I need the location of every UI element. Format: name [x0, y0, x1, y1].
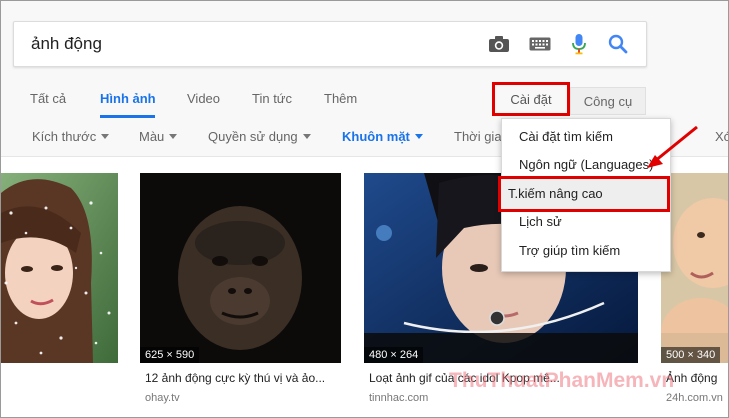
tab-video[interactable]: Video [187, 91, 220, 106]
red-arrow-icon [647, 125, 698, 168]
settings-button-label: Cài đặt [510, 91, 552, 107]
result-source[interactable]: ohay.tv [145, 392, 341, 404]
filter-time[interactable]: Thời gia [454, 129, 502, 144]
result-source[interactable]: 24h.com.vn [666, 392, 728, 404]
filter-usage-rights-label: Quyền sử dụng [208, 129, 298, 144]
tools-button[interactable]: Công cụ [570, 87, 646, 115]
filter-color[interactable]: Màu [139, 129, 178, 144]
browser-viewport: ảnh động Tất cả Hình ảnh Video Tin tức T… [0, 0, 729, 418]
caret-down-icon [169, 134, 178, 139]
image-dimensions: 625 × 590 [140, 347, 200, 363]
search-icon[interactable] [606, 32, 630, 56]
menu-item-history[interactable]: Lịch sử [519, 214, 562, 229]
tab-all[interactable]: Tất cả [30, 91, 66, 106]
menu-item-advanced-search[interactable]: T.kiếm nâng cao [498, 176, 670, 212]
search-box[interactable]: ảnh động [13, 21, 647, 67]
filter-face-label: Khuôn mặt [342, 129, 410, 144]
caret-down-icon [414, 134, 423, 139]
filter-size-label: Kích thước [32, 129, 97, 144]
microphone-icon[interactable] [567, 32, 591, 56]
keyboard-icon[interactable] [528, 32, 552, 56]
filter-more[interactable]: Xó [715, 129, 728, 144]
search-input[interactable]: ảnh động [31, 34, 102, 54]
camera-icon[interactable] [487, 32, 511, 56]
tab-more[interactable]: Thêm [324, 91, 357, 106]
caret-down-icon [101, 134, 110, 139]
menu-item-search-settings[interactable]: Cài đặt tìm kiếm [519, 129, 613, 144]
image-dimensions: 500 × 340 [661, 347, 721, 363]
result-thumbnail[interactable]: 500 × 340 [661, 173, 728, 363]
tab-images[interactable]: Hình ảnh [100, 91, 156, 106]
tab-news[interactable]: Tin tức [252, 91, 292, 106]
result-source[interactable]: tinnhac.com [369, 392, 638, 404]
filter-color-label: Màu [139, 129, 165, 144]
filter-face[interactable]: Khuôn mặt [342, 129, 423, 144]
caret-down-icon [302, 134, 311, 139]
filter-size[interactable]: Kích thước [32, 129, 110, 144]
result-thumbnail[interactable] [1, 173, 118, 363]
result-thumbnail[interactable]: 625 × 590 [140, 173, 341, 363]
filter-usage-rights[interactable]: Quyền sử dụng [208, 129, 311, 144]
watermark: ThuThuatPhanMem.vn [449, 369, 675, 392]
settings-button[interactable]: Cài đặt [492, 82, 570, 116]
result-caption[interactable]: 12 ảnh động cực kỳ thú vị và ảo... [145, 371, 341, 385]
menu-item-advanced-search-label: T.kiếm nâng cao [508, 186, 603, 201]
menu-item-languages[interactable]: Ngôn ngữ (Languages) [519, 157, 653, 172]
result-caption[interactable]: Ảnh động [666, 371, 728, 385]
menu-item-search-help[interactable]: Trợ giúp tìm kiếm [519, 243, 620, 258]
image-dimensions: 480 × 264 [364, 347, 424, 363]
active-tab-indicator [100, 115, 155, 118]
